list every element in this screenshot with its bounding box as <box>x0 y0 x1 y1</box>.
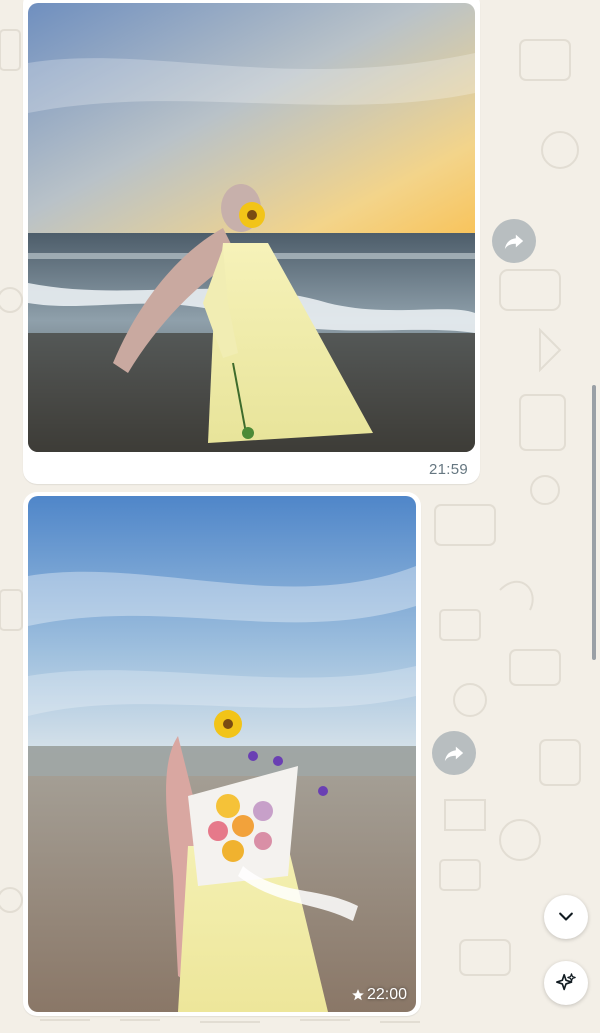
chevron-down-icon <box>559 912 573 921</box>
image-message-bubble[interactable]: 21:59 <box>23 0 480 484</box>
scroll-to-bottom-button[interactable] <box>544 895 588 939</box>
forward-icon <box>504 234 524 250</box>
message-time: 22:00 <box>366 986 407 1003</box>
photo-beach-sunset[interactable] <box>28 3 475 452</box>
sparkle-icon <box>556 973 576 991</box>
photo-beach-flowers[interactable] <box>28 496 416 1012</box>
forward-icon <box>444 746 464 762</box>
ai-assistant-button[interactable] <box>544 961 588 1005</box>
star-icon <box>352 989 364 1001</box>
message-timestamp: 22:00 <box>351 986 407 1004</box>
forward-button[interactable] <box>432 731 476 775</box>
chat-screen: 21:59 22:00 <box>0 0 600 1033</box>
image-message-bubble[interactable]: 22:00 <box>23 492 421 1016</box>
message-timestamp: 21:59 <box>428 461 468 478</box>
forward-button[interactable] <box>492 219 536 263</box>
scrollbar[interactable] <box>592 385 596 660</box>
